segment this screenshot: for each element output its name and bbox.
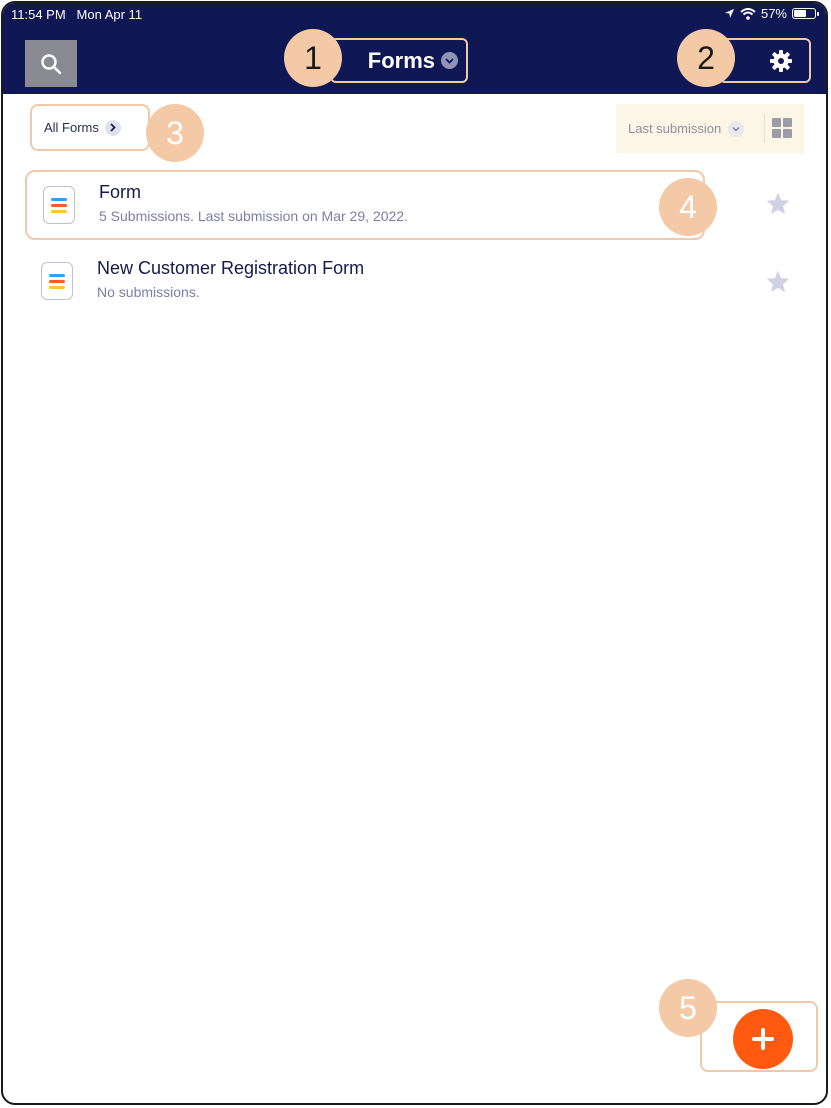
plus-icon xyxy=(752,1028,774,1050)
callout-2: 2 xyxy=(677,29,735,87)
callout-1: 1 xyxy=(284,29,342,87)
callout-3: 3 xyxy=(146,104,204,162)
star-icon[interactable] xyxy=(765,191,791,217)
form-icon xyxy=(43,186,75,224)
page-title: Forms xyxy=(367,47,435,73)
search-button[interactable] xyxy=(25,40,77,87)
status-date: Mon Apr 11 xyxy=(76,7,143,22)
wifi-icon xyxy=(740,7,756,20)
header-bar: 11:54 PM Mon Apr 11 57% Forms 1 2 xyxy=(3,3,826,94)
form-title: New Customer Registration Form xyxy=(97,258,365,278)
chevron-right-icon xyxy=(104,119,121,136)
status-time-date: 11:54 PM Mon Apr 11 xyxy=(11,7,142,22)
filter-toolbar: All Forms 3 Last submission xyxy=(3,94,826,162)
sort-control: Last submission xyxy=(616,104,804,153)
form-subtitle: 5 Submissions. Last submission on Mar 29… xyxy=(99,208,408,224)
battery-icon xyxy=(792,8,819,19)
chevron-down-icon xyxy=(441,52,458,69)
form-subtitle: No submissions. xyxy=(97,284,200,300)
status-bar: 11:54 PM Mon Apr 11 57% xyxy=(3,3,826,27)
all-forms-filter[interactable]: All Forms xyxy=(30,104,150,151)
all-forms-label: All Forms xyxy=(44,120,99,135)
ipad-screen: 11:54 PM Mon Apr 11 57% Forms 1 2 All Fo… xyxy=(1,1,828,1105)
search-icon xyxy=(41,53,62,74)
chevron-down-icon xyxy=(728,120,745,137)
list-item[interactable]: Form 5 Submissions. Last submission on M… xyxy=(25,170,705,240)
grid-view-icon[interactable] xyxy=(772,118,792,138)
sort-divider xyxy=(764,114,765,143)
battery-percent: 57% xyxy=(760,6,787,21)
callout-5: 5 xyxy=(659,979,717,1037)
status-right: 57% xyxy=(724,6,819,21)
callout-4: 4 xyxy=(659,178,717,236)
location-icon xyxy=(724,8,735,19)
form-icon xyxy=(41,262,73,300)
sort-dropdown[interactable]: Last submission xyxy=(628,121,721,136)
forms-title-dropdown[interactable]: Forms xyxy=(330,38,468,83)
star-icon[interactable] xyxy=(765,269,791,295)
add-form-button[interactable] xyxy=(733,1009,793,1069)
list-item[interactable]: New Customer Registration Form No submis… xyxy=(25,248,705,318)
gear-icon xyxy=(770,49,792,72)
form-title: Form xyxy=(99,182,141,202)
status-time: 11:54 PM xyxy=(11,7,66,22)
